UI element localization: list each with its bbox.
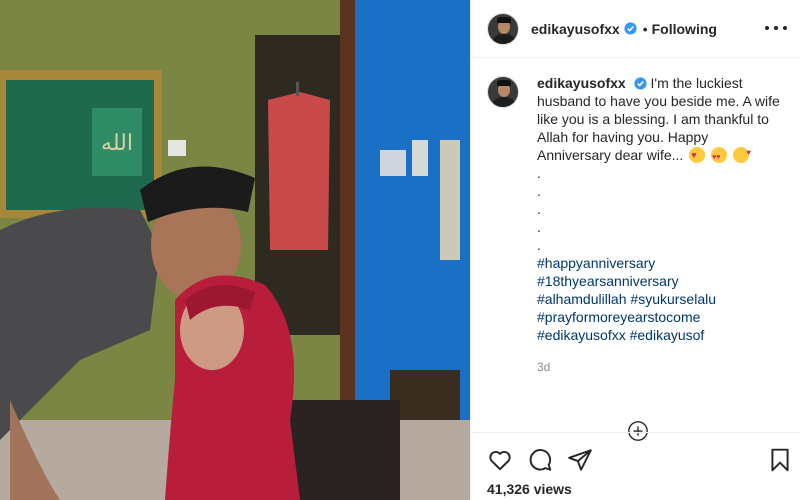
svg-text:الله: الله <box>101 131 133 156</box>
blowing-kiss-emoji <box>732 144 751 163</box>
dot-line: . <box>537 201 541 217</box>
caption: edikayusofxx I'm the luckiest husband to… <box>487 74 785 376</box>
hashtag-link[interactable]: #happyanniversary <box>537 254 785 272</box>
hashtag-link[interactable]: #prayformoreyearstocome <box>537 308 785 326</box>
following-button[interactable]: Following <box>652 21 717 37</box>
caption-text: edikayusofxx I'm the luckiest husband to… <box>537 74 785 376</box>
caption-username[interactable]: edikayusofxx <box>537 75 626 91</box>
hashtag-link[interactable]: #syukurselalu <box>630 291 716 307</box>
hashtag-line: #alhamdulillah #syukurselalu <box>537 290 785 308</box>
paper-plane-icon[interactable] <box>567 447 593 473</box>
heart-eyes-emoji <box>711 147 728 167</box>
comment-icon[interactable] <box>527 447 553 473</box>
hashtag-link[interactable]: #edikayusof <box>630 327 705 343</box>
views-count[interactable]: 41,326 views <box>487 481 572 497</box>
bookmark-icon[interactable] <box>767 447 793 473</box>
hashtag-link[interactable]: #alhamdulillah <box>537 291 627 307</box>
dot-line: . <box>537 237 541 253</box>
heart-icon[interactable] <box>487 447 513 473</box>
hashtag-line: #edikayusofxx #edikayusof <box>537 326 785 344</box>
comments-section: edikayusofxx I'm the luckiest husband to… <box>471 58 800 418</box>
smiling-hearts-emoji <box>689 146 706 164</box>
author-username[interactable]: edikayusofxx <box>531 21 620 37</box>
dot-line: . <box>537 165 541 181</box>
action-bar <box>471 432 800 486</box>
dot-line: . <box>537 219 541 235</box>
post-timestamp[interactable]: 3d <box>537 358 785 376</box>
hashtag-link[interactable]: #18thyearsanniversary <box>537 272 785 290</box>
video-frame: الله <box>0 0 470 500</box>
hashtag-link[interactable]: #edikayusofxx <box>537 327 626 343</box>
separator-dot: • <box>642 20 648 37</box>
verified-badge-icon <box>624 22 637 35</box>
post-video[interactable]: الله <box>0 0 470 500</box>
post-header: edikayusofxx • Following <box>471 0 800 58</box>
post-details-panel: edikayusofxx • Following edikayusofxx I'… <box>470 0 800 500</box>
caption-avatar[interactable] <box>487 76 519 108</box>
dot-line: . <box>537 183 541 199</box>
verified-badge-icon <box>634 77 647 90</box>
more-options-icon[interactable] <box>765 21 787 35</box>
avatar[interactable] <box>487 12 519 45</box>
